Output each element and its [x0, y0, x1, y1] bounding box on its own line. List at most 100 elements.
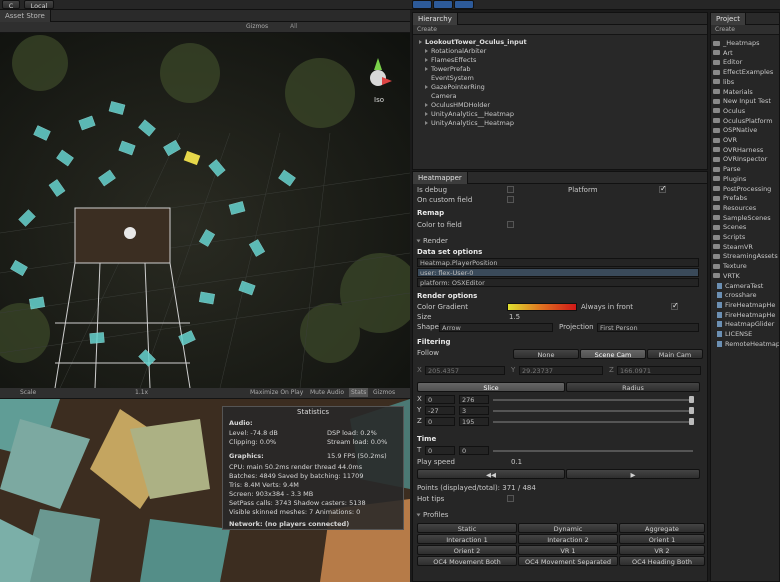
profile-vr2-button[interactable]: VR 2: [619, 545, 705, 555]
is-debug-checkbox[interactable]: [507, 186, 514, 193]
project-asset-item[interactable]: FireHeatmapHe: [717, 301, 775, 311]
profile-static-button[interactable]: Static: [417, 523, 517, 533]
expand-arrow-icon[interactable]: [425, 112, 428, 116]
maximize-on-play-button[interactable]: Maximize On Play: [250, 388, 303, 397]
hierarchy-item[interactable]: OculusHMDHolder: [425, 101, 490, 110]
color-to-field-checkbox[interactable]: [507, 221, 514, 228]
y-coord-field[interactable]: 29.23737: [519, 366, 603, 375]
scale-value[interactable]: 1.1x: [135, 388, 148, 397]
project-asset-item[interactable]: HeatmapGlider: [717, 320, 774, 330]
hierarchy-root[interactable]: LookoutTower_Oculus_input: [419, 38, 527, 47]
slice-x-min[interactable]: 0: [425, 395, 455, 404]
tab-slice[interactable]: Slice: [417, 382, 565, 392]
project-folder-item[interactable]: Parse: [713, 165, 741, 175]
iso-label[interactable]: Iso: [374, 96, 384, 104]
pause-button[interactable]: [433, 0, 453, 9]
expand-arrow-icon[interactable]: [419, 40, 422, 44]
project-create-button[interactable]: Create: [715, 26, 735, 33]
hierarchy-item[interactable]: Camera: [431, 92, 457, 101]
project-folder-item[interactable]: Resources: [713, 204, 756, 214]
dataset-option-2[interactable]: platform: OSXEditor: [417, 278, 699, 287]
tab-radius[interactable]: Radius: [566, 382, 700, 392]
expand-arrow-icon[interactable]: [425, 103, 428, 107]
size-value[interactable]: 1.5: [509, 312, 707, 322]
expand-arrow-icon[interactable]: [425, 58, 428, 62]
dataset-option-0[interactable]: Heatmap.PlayerPosition: [417, 258, 699, 267]
slice-y-knob[interactable]: [689, 407, 694, 414]
hierarchy-item[interactable]: FlamesEffects: [425, 56, 476, 65]
play-speed-value[interactable]: 0.1: [511, 457, 707, 467]
project-asset-item[interactable]: LICENSE: [717, 330, 752, 340]
tab-heatmapper[interactable]: Heatmapper: [413, 172, 468, 184]
profile-orient1-button[interactable]: Orient 1: [619, 534, 705, 544]
slice-x-slider[interactable]: [493, 399, 693, 401]
step-button[interactable]: [454, 0, 474, 9]
profile-aggregate-button[interactable]: Aggregate: [619, 523, 705, 533]
render-foldout[interactable]: Render: [416, 236, 707, 246]
local-button[interactable]: Local: [24, 0, 54, 10]
color-gradient-swatch[interactable]: [507, 303, 577, 311]
project-folder-item[interactable]: Scenes: [713, 223, 746, 233]
time-slider[interactable]: [493, 450, 693, 452]
project-asset-item[interactable]: CameraTest: [717, 282, 763, 292]
hierarchy-item[interactable]: UnityAnalytics__Heatmap: [425, 110, 514, 119]
hot-tips-checkbox[interactable]: [507, 495, 514, 502]
follow-none-button[interactable]: None: [513, 349, 579, 359]
hierarchy-item[interactable]: EventSystem: [431, 74, 474, 83]
account-button[interactable]: C: [2, 0, 20, 10]
slice-x-knob[interactable]: [689, 396, 694, 403]
tab-asset-store[interactable]: Asset Store: [0, 10, 51, 22]
project-folder-item[interactable]: Texture: [713, 262, 747, 272]
projection-dropdown[interactable]: First Person: [597, 323, 699, 332]
follow-scene-cam-button[interactable]: Scene Cam: [580, 349, 646, 359]
profile-oc4-heading-button[interactable]: OC4 Heading Both: [619, 556, 705, 566]
project-folder-item[interactable]: OculusPlatform: [713, 117, 773, 127]
hierarchy-item[interactable]: RotationalArbiter: [425, 47, 486, 56]
project-folder-item[interactable]: _Heatmaps: [713, 39, 760, 49]
custom-field-checkbox[interactable]: [507, 196, 514, 203]
tab-hierarchy[interactable]: Hierarchy: [413, 13, 458, 25]
project-folder-item[interactable]: libs: [713, 78, 734, 88]
expand-arrow-icon[interactable]: [425, 67, 428, 71]
profile-oc4-both-button[interactable]: OC4 Movement Both: [417, 556, 517, 566]
project-folder-item[interactable]: Editor: [713, 58, 742, 68]
project-folder-item[interactable]: EffectExamples: [713, 68, 773, 78]
project-folder-item[interactable]: Plugins: [713, 175, 746, 185]
slice-y-slider[interactable]: [493, 410, 693, 412]
project-asset-item[interactable]: crosshare: [717, 291, 756, 301]
project-asset-item[interactable]: FireHeatmapHe: [717, 311, 775, 321]
slice-y-max[interactable]: 3: [459, 406, 489, 415]
time-start[interactable]: 0: [425, 446, 455, 455]
slice-x-max[interactable]: 276: [459, 395, 489, 404]
gizmos-dropdown[interactable]: Gizmos: [246, 22, 268, 31]
scene-search-field[interactable]: All: [290, 22, 297, 31]
play-button[interactable]: ▶: [566, 469, 700, 479]
slice-z-max[interactable]: 195: [459, 417, 489, 426]
mute-audio-button[interactable]: Mute Audio: [310, 388, 344, 397]
slice-y-min[interactable]: -27: [425, 406, 455, 415]
project-folder-item[interactable]: PostProcessing: [713, 185, 771, 195]
project-asset-item[interactable]: RemoteHeatmap: [717, 340, 779, 350]
project-folder-item[interactable]: OVRHarness: [713, 146, 763, 156]
platform-checkbox[interactable]: [659, 184, 667, 193]
hierarchy-item[interactable]: TowerPrefab: [425, 65, 471, 74]
stats-button[interactable]: Stats: [349, 388, 369, 397]
project-folder-item[interactable]: Scripts: [713, 233, 745, 243]
dataset-option-1[interactable]: user: flex-User-0: [417, 268, 699, 277]
project-folder-item[interactable]: OVR: [713, 136, 737, 146]
time-end[interactable]: 0: [459, 446, 489, 455]
project-folder-item[interactable]: Prefabs: [713, 194, 747, 204]
profile-dynamic-button[interactable]: Dynamic: [518, 523, 618, 533]
hierarchy-item[interactable]: GazePointerRing: [425, 83, 485, 92]
follow-main-cam-button[interactable]: Main Cam: [647, 349, 703, 359]
expand-arrow-icon[interactable]: [425, 121, 428, 125]
profile-oc4-separated-button[interactable]: OC4 Movement Separated: [518, 556, 618, 566]
project-folder-item[interactable]: StreamingAssets: [713, 252, 778, 262]
expand-arrow-icon[interactable]: [425, 49, 428, 53]
project-folder-item[interactable]: SampleScenes: [713, 214, 771, 224]
profiles-foldout[interactable]: Profiles: [416, 510, 707, 520]
project-folder-item[interactable]: Materials: [713, 88, 753, 98]
project-folder-item[interactable]: OVRInspector: [713, 155, 767, 165]
shape-dropdown[interactable]: Arrow: [439, 323, 553, 332]
hierarchy-create-button[interactable]: Create: [417, 26, 437, 33]
